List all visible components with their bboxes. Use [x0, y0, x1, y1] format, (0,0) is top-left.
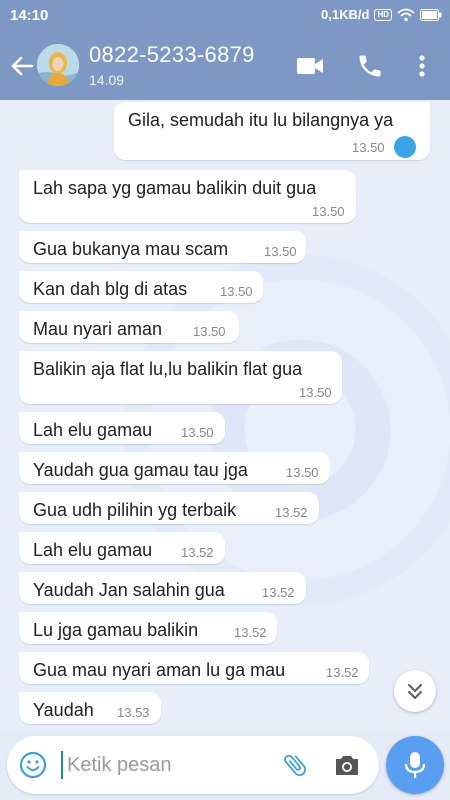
message-bubble-incoming[interactable]: Lah elu gamau 13.52	[19, 532, 225, 564]
message-bubble-incoming[interactable]: Kan dah blg di atas 13.50	[19, 271, 263, 303]
network-speed: 0,1KB/d	[321, 7, 370, 22]
message-text: Yaudah Jan salahin gua	[33, 580, 225, 600]
microphone-icon	[404, 752, 426, 778]
message-bubble-incoming[interactable]: Mau nyari aman 13.50	[19, 311, 239, 343]
message-time: 13.52	[234, 625, 267, 640]
message-time: 13.52	[326, 665, 359, 680]
video-call-icon[interactable]	[296, 54, 324, 78]
message-time: 13.53	[117, 705, 150, 720]
message-text: Gua bukanya mau scam	[33, 239, 229, 259]
text-caret	[61, 751, 63, 779]
message-bubble-incoming[interactable]: Gua bukanya mau scam 13.50	[19, 231, 306, 263]
scroll-to-bottom-button[interactable]	[394, 670, 436, 712]
message-bubble-incoming[interactable]: Yaudah 13.53	[19, 692, 161, 724]
message-bubble-incoming[interactable]: Gua udh pilihin yg terbaik 13.52	[19, 492, 319, 524]
message-bubble-incoming[interactable]: Lah elu gamau 13.50	[19, 412, 225, 444]
message-time: 13.50	[299, 385, 332, 400]
message-text: Balikin aja flat lu,lu balikin flat gua	[33, 359, 303, 379]
message-text: Gua mau nyari aman lu ga mau	[33, 660, 286, 680]
message-composer	[7, 736, 379, 794]
status-bar: 14:10 0,1KB/d HD	[0, 0, 450, 32]
message-time: 13.52	[181, 545, 214, 560]
chat-area[interactable]: Gila, semudah itu lu bilangnya ya 13.50 …	[0, 100, 450, 730]
message-time: 13.50	[312, 204, 345, 219]
message-text: Lu jga gamau balikin	[33, 620, 199, 640]
message-text: Gua udh pilihin yg terbaik	[33, 500, 237, 520]
wifi-icon	[397, 8, 415, 21]
chat-header: 0822-5233-6879 14.09	[0, 32, 450, 100]
message-time: 13.50	[286, 465, 319, 480]
message-time: 13.50	[220, 284, 253, 299]
message-text: Lah elu gamau	[33, 540, 153, 560]
voice-message-button[interactable]	[386, 736, 444, 794]
avatar[interactable]	[37, 44, 79, 86]
chevron-double-down-icon	[407, 683, 423, 700]
message-text: Yaudah gua gamau tau jga	[33, 460, 248, 480]
battery-icon	[420, 8, 442, 21]
back-arrow-icon[interactable]	[8, 52, 36, 80]
status-icons: 0,1KB/d HD	[321, 7, 442, 22]
message-time: 13.50	[264, 244, 297, 259]
attachment-icon[interactable]	[281, 751, 309, 779]
camera-icon[interactable]	[333, 752, 361, 778]
message-text: Yaudah	[33, 700, 94, 720]
emoji-icon[interactable]	[19, 751, 47, 779]
contact-name[interactable]: 0822-5233-6879	[89, 42, 255, 68]
message-time: 13.50	[181, 425, 214, 440]
message-text: Lah elu gamau	[33, 420, 153, 440]
more-vert-icon[interactable]	[412, 52, 432, 80]
last-seen: 14.09	[89, 72, 125, 88]
message-bubble-outgoing[interactable]: Gila, semudah itu lu bilangnya ya 13.50	[114, 102, 430, 160]
message-time: 13.52	[275, 505, 308, 520]
phone-icon[interactable]	[356, 52, 384, 80]
message-time: 13.52	[262, 585, 295, 600]
message-bubble-incoming[interactable]: Lu jga gamau balikin 13.52	[19, 612, 277, 644]
seen-indicator-icon	[394, 136, 416, 158]
message-time: 13.50	[193, 324, 226, 339]
message-text: Lah sapa yg gamau balikin duit gua	[33, 178, 317, 198]
message-input[interactable]	[67, 748, 267, 782]
message-time: 13.50	[352, 140, 385, 155]
message-bubble-incoming[interactable]: Yaudah gua gamau tau jga 13.50	[19, 452, 330, 484]
status-time: 14:10	[10, 7, 49, 24]
hd-indicator: HD	[374, 8, 392, 21]
avatar-image	[37, 44, 79, 86]
message-text: Kan dah blg di atas	[33, 279, 188, 299]
message-text: Gila, semudah itu lu bilangnya ya	[128, 110, 394, 130]
message-bubble-incoming[interactable]: Balikin aja flat lu,lu balikin flat gua …	[19, 351, 342, 404]
message-bubble-incoming[interactable]: Gua mau nyari aman lu ga mau 13.52	[19, 652, 369, 684]
message-bubble-incoming[interactable]: Yaudah Jan salahin gua 13.52	[19, 572, 306, 604]
message-bubble-incoming[interactable]: Lah sapa yg gamau balikin duit gua 13.50	[19, 170, 356, 223]
message-text: Mau nyari aman	[33, 319, 163, 339]
